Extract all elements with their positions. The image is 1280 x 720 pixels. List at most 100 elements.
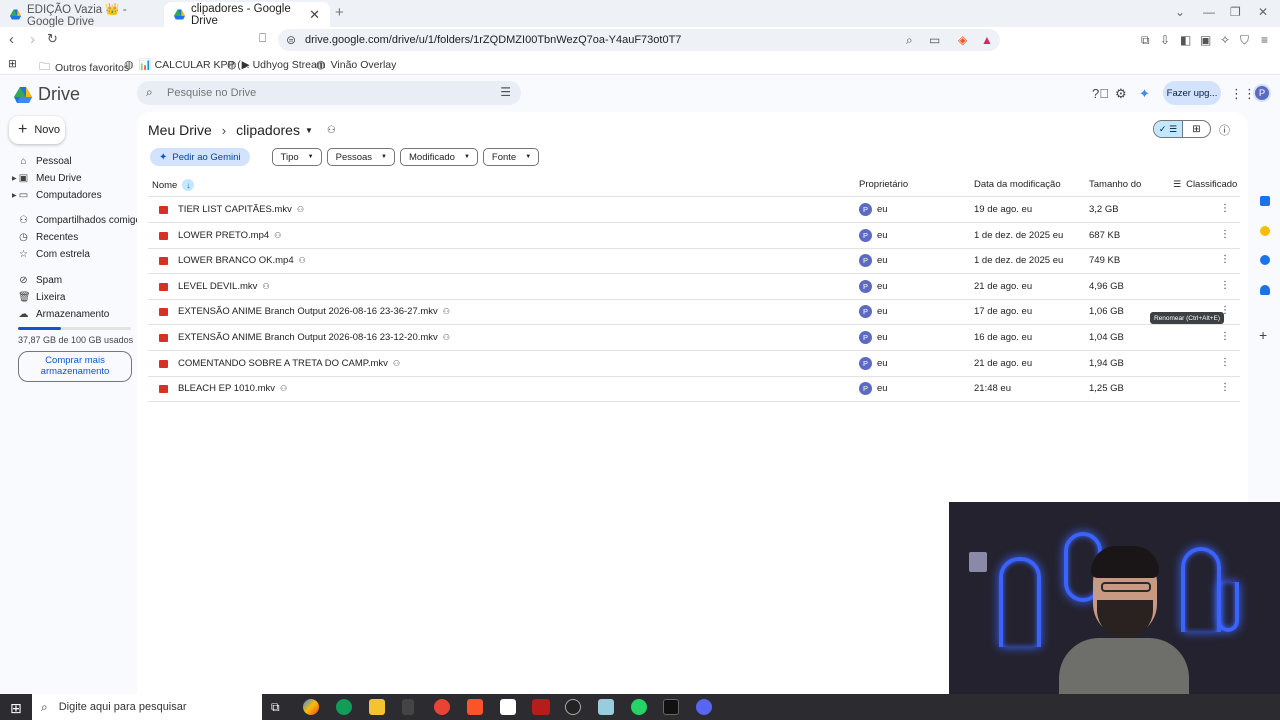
breadcrumb-current[interactable]: clipadores xyxy=(236,122,300,138)
more-actions-icon[interactable]: ⋮ xyxy=(1220,254,1230,265)
terminal-icon[interactable] xyxy=(663,699,679,715)
file-explorer-icon[interactable] xyxy=(369,699,385,715)
whatsapp-icon[interactable] xyxy=(631,699,647,715)
tab-search-icon[interactable]: ⌄ xyxy=(1175,5,1185,19)
extensions-icon[interactable]: ⧉ xyxy=(1141,33,1150,48)
file-name-cell[interactable]: COMENTANDO SOBRE A TRETA DO CAMP.mkv ⚇ xyxy=(178,358,400,369)
bookmark-item[interactable]: ◍ Vinão Overlay xyxy=(316,58,396,72)
list-view-icon[interactable]: ✓ ☰ xyxy=(1154,121,1182,137)
gemini-button[interactable]: ✦ Pedir ao Gemini xyxy=(150,148,250,166)
cast-icon[interactable]: ▭ xyxy=(929,33,940,47)
sort-menu[interactable]: ☰ Classificado xyxy=(1173,179,1237,190)
more-actions-icon[interactable]: ⋮ xyxy=(1220,280,1230,291)
filter-chip-pessoas[interactable]: Pessoas ▼ xyxy=(326,148,395,166)
notes-icon[interactable] xyxy=(598,699,614,715)
sidebar-item-spam[interactable]: ⊘ Spam xyxy=(18,272,62,288)
table-row[interactable]: LOWER PRETO.mp4 ⚇ Peu 1 de dez. de 2025 eu 6… xyxy=(148,223,1240,249)
browser-tab-active[interactable]: clipadores - Google Drive ✕ xyxy=(164,2,330,27)
brave-shield-icon[interactable]: ◈ xyxy=(958,33,967,47)
reload-icon[interactable]: ↻ xyxy=(47,31,58,47)
search-options-icon[interactable]: ☰ xyxy=(500,85,511,99)
voicemeeter-icon[interactable] xyxy=(532,699,550,715)
discord-icon[interactable] xyxy=(696,699,712,715)
contacts-icon[interactable] xyxy=(1260,285,1270,295)
drive-logo[interactable]: Drive xyxy=(14,84,80,105)
apps-icon[interactable]: ⊞ xyxy=(8,58,17,70)
new-button[interactable]: + Novo xyxy=(9,116,65,144)
close-tab-icon[interactable]: ✕ xyxy=(309,7,320,23)
help-icon[interactable]: ?⃝ xyxy=(1092,86,1109,101)
vpn-icon[interactable]: ⛉ xyxy=(1240,33,1249,48)
upgrade-button[interactable]: Fazer upg... xyxy=(1163,81,1221,105)
view-toggle[interactable]: ✓ ☰ ⊞ xyxy=(1153,120,1211,138)
obs-icon[interactable] xyxy=(565,699,581,715)
table-row[interactable]: LEVEL DEVIL.mkv ⚇ Peu 21 de ago. eu 4,96 GB ⋮ xyxy=(148,274,1240,300)
address-bar[interactable]: ⊜ drive.google.com/drive/u/1/folders/1rZ… xyxy=(278,29,1000,51)
vegas-icon[interactable] xyxy=(500,699,516,715)
table-row[interactable]: EXTENSÃO ANIME Branch Output 2026-08-16 … xyxy=(148,325,1240,351)
brave-icon[interactable] xyxy=(467,699,483,715)
table-row[interactable]: LOWER BRANCO OK.mp4 ⚇ Peu 1 de dez. de 2025… xyxy=(148,248,1240,275)
task-view-icon[interactable]: ⧉ xyxy=(271,700,287,716)
column-header-modified[interactable]: Data da modificação xyxy=(974,179,1061,190)
sort-arrow-down-icon[interactable]: ↓ xyxy=(182,179,195,191)
wallet-icon[interactable]: ▣ xyxy=(1200,33,1211,47)
column-header-owner[interactable]: Proprietário xyxy=(859,179,908,190)
leo-icon[interactable]: ✧ xyxy=(1220,33,1230,47)
new-tab-icon[interactable]: + xyxy=(335,4,344,21)
sidebar-item-meu-drive[interactable]: ▶ ▣ Meu Drive xyxy=(12,170,82,186)
file-name-cell[interactable]: LEVEL DEVIL.mkv ⚇ xyxy=(178,281,270,292)
sidebar-item-compartilhados[interactable]: ⚇ Compartilhados comigo xyxy=(18,212,141,228)
back-icon[interactable]: ‹ xyxy=(9,31,14,48)
sidebar-item-computadores[interactable]: ▶ ▭ Computadores xyxy=(12,187,102,203)
brave-rewards-icon[interactable]: ▲ xyxy=(981,33,993,47)
table-row[interactable]: TIER LIST CAPITÃES.mkv ⚇ Peu 19 de ago. eu 3… xyxy=(148,197,1240,223)
forward-icon[interactable]: › xyxy=(30,31,35,48)
taskbar-search[interactable]: ⌕ Digite aqui para pesquisar xyxy=(32,694,262,720)
buy-storage-button[interactable]: Comprar mais armazenamento xyxy=(18,351,132,382)
site-info-icon[interactable]: ⊜ xyxy=(286,33,296,47)
gemini-icon[interactable]: ✦ xyxy=(1139,86,1150,102)
sidebar-item-lixeira[interactable]: 🗑 Lixeira xyxy=(18,289,65,305)
downloads-icon[interactable]: ⇩ xyxy=(1160,33,1170,47)
grid-view-icon[interactable]: ⊞ xyxy=(1181,121,1210,137)
keep-icon[interactable] xyxy=(1260,226,1270,236)
chrome-icon[interactable] xyxy=(434,699,450,715)
bookmark-item[interactable]: ◍ ▶ Udhyog Stream xyxy=(227,58,326,72)
menu-icon[interactable]: ≡ xyxy=(1261,33,1268,47)
settings-icon[interactable]: ⚙ xyxy=(1115,86,1127,102)
sidebar-item-armazenamento[interactable]: ☁ Armazenamento xyxy=(18,306,110,322)
filter-chip-fonte[interactable]: Fonte ▼ xyxy=(482,148,540,166)
info-icon[interactable]: ⓘ xyxy=(1219,122,1230,138)
more-actions-icon[interactable]: ⋮ xyxy=(1220,203,1230,214)
column-header-name[interactable]: Nome ↓ xyxy=(152,179,195,191)
caret-down-icon[interactable]: ▼ xyxy=(305,126,313,135)
drive-search-bar[interactable]: ⌕ ☰ xyxy=(137,81,521,105)
file-name-cell[interactable]: TIER LIST CAPITÃES.mkv ⚇ xyxy=(178,204,304,215)
sidebar-icon[interactable]: ◧ xyxy=(1180,33,1191,47)
minimize-icon[interactable]: — xyxy=(1203,5,1215,19)
filter-chip-tipo[interactable]: Tipo ▼ xyxy=(271,148,322,166)
search-input[interactable] xyxy=(167,87,467,99)
sidebar-item-com-estrela[interactable]: ☆ Com estrela xyxy=(18,246,90,262)
file-name-cell[interactable]: LOWER BRANCO OK.mp4 ⚇ xyxy=(178,255,306,266)
windows-start-icon[interactable]: ⊞ xyxy=(10,700,22,717)
close-window-icon[interactable]: ✕ xyxy=(1258,5,1268,19)
sidebar-item-pessoal[interactable]: ⌂ Pessoal xyxy=(18,153,71,169)
table-row[interactable]: BLEACH EP 1010.mkv ⚇ Peu 21:48 eu 1,25 GB ⋮ xyxy=(148,376,1240,403)
file-name-cell[interactable]: BLEACH EP 1010.mkv ⚇ xyxy=(178,383,287,394)
more-actions-icon[interactable]: ⋮ xyxy=(1220,331,1230,342)
calendar-icon[interactable] xyxy=(1260,196,1270,206)
add-addon-icon[interactable]: + xyxy=(1259,327,1267,343)
tasks-icon[interactable] xyxy=(1260,255,1270,265)
copilot-icon[interactable] xyxy=(303,699,319,715)
search-icon[interactable]: ⌕ xyxy=(146,85,153,100)
zoom-icon[interactable]: ⌕ xyxy=(906,33,913,48)
more-actions-icon[interactable]: ⋮ xyxy=(1220,357,1230,368)
expand-icon[interactable]: ▶ xyxy=(12,175,17,182)
browser-tab[interactable]: EDIÇÃO Vazia 👑 - Google Drive xyxy=(0,2,162,28)
file-name-cell[interactable]: LOWER PRETO.mp4 ⚇ xyxy=(178,230,281,241)
store-icon[interactable] xyxy=(402,699,414,715)
bookmark-icon[interactable]: ⎕ xyxy=(259,31,266,46)
file-name-cell[interactable]: EXTENSÃO ANIME Branch Output 2026-08-16 … xyxy=(178,332,450,343)
